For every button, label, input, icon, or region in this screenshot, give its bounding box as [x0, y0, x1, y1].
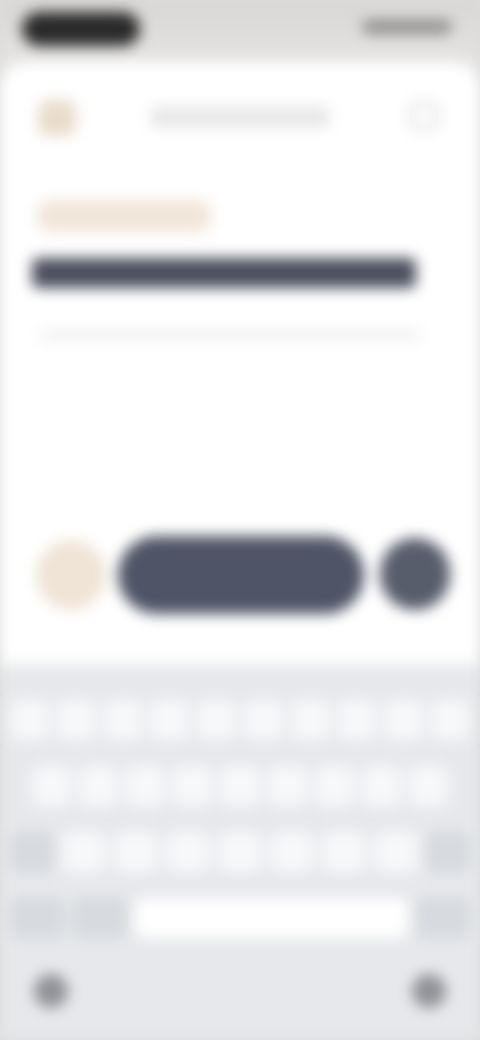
screen: [0, 0, 480, 1040]
key[interactable]: [408, 766, 448, 806]
key[interactable]: [243, 700, 283, 740]
space-key[interactable]: [135, 898, 408, 938]
key[interactable]: [56, 700, 96, 740]
close-icon[interactable]: [38, 100, 76, 136]
key[interactable]: [218, 832, 262, 872]
key[interactable]: [290, 700, 330, 740]
menu-icon[interactable]: [410, 102, 438, 130]
key[interactable]: [384, 700, 424, 740]
dynamic-island: [22, 12, 140, 46]
key[interactable]: [166, 832, 210, 872]
keyboard: [0, 664, 480, 1040]
key[interactable]: [322, 832, 366, 872]
key[interactable]: [314, 766, 354, 806]
category-chip[interactable]: [36, 200, 212, 232]
emoji-key[interactable]: [72, 898, 127, 938]
primary-action-button[interactable]: [118, 536, 364, 614]
key[interactable]: [114, 832, 158, 872]
globe-icon[interactable]: [34, 974, 68, 1008]
key[interactable]: [150, 700, 190, 740]
key[interactable]: [431, 700, 470, 740]
keyboard-row-2: [32, 766, 448, 806]
shift-key[interactable]: [10, 832, 54, 872]
key[interactable]: [126, 766, 166, 806]
key[interactable]: [337, 700, 377, 740]
headline-text: [32, 258, 416, 288]
mic-icon[interactable]: [412, 974, 446, 1008]
key[interactable]: [220, 766, 260, 806]
key[interactable]: [32, 766, 72, 806]
status-icons: [362, 20, 452, 34]
send-icon[interactable]: [380, 538, 450, 610]
keyboard-row-3: [10, 832, 470, 872]
backspace-key[interactable]: [426, 832, 470, 872]
attach-icon[interactable]: [36, 540, 106, 610]
key[interactable]: [267, 766, 307, 806]
key[interactable]: [10, 700, 49, 740]
sheet-title: [150, 106, 330, 128]
keyboard-row-4: [10, 898, 470, 938]
key[interactable]: [197, 700, 236, 740]
key[interactable]: [173, 766, 213, 806]
key[interactable]: [62, 832, 106, 872]
key[interactable]: [79, 766, 119, 806]
return-key[interactable]: [415, 898, 470, 938]
keyboard-row-1: [10, 700, 470, 740]
key[interactable]: [103, 700, 143, 740]
key[interactable]: [270, 832, 314, 872]
mode-key[interactable]: [10, 898, 65, 938]
key[interactable]: [374, 832, 418, 872]
text-input-area[interactable]: [40, 328, 420, 342]
key[interactable]: [361, 766, 401, 806]
